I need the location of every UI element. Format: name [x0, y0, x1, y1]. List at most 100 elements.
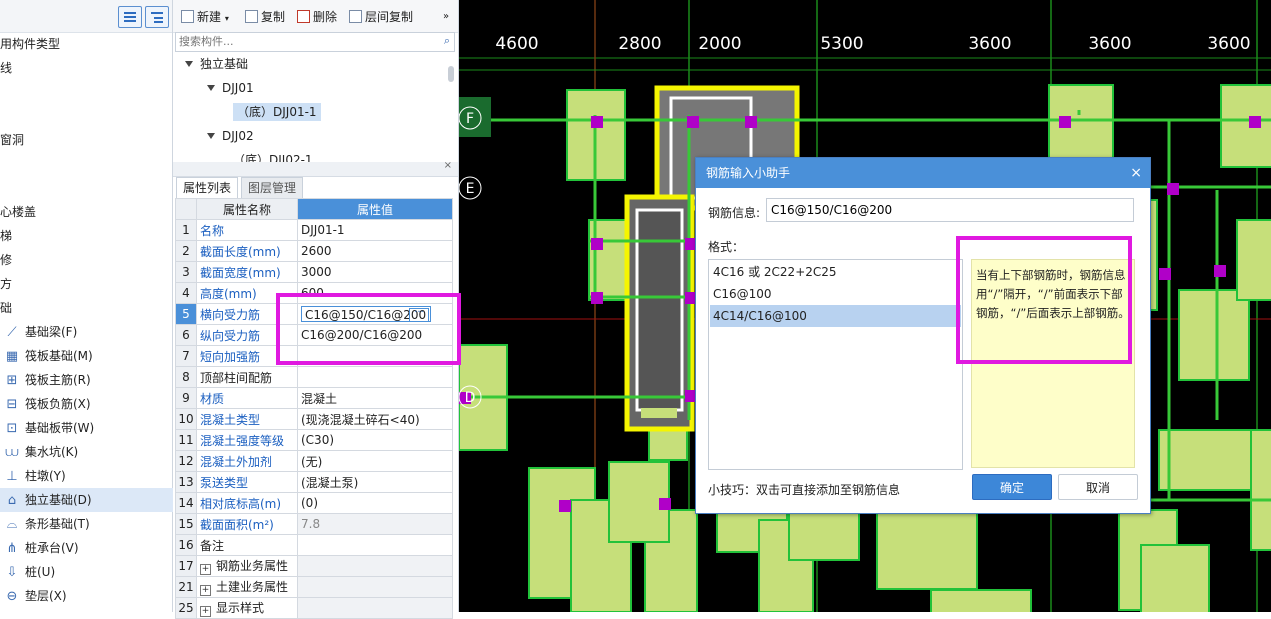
table-row[interactable]: 9 材质 混凝土 — [175, 387, 453, 409]
dimension-label: 3600 — [1088, 34, 1131, 54]
property-value[interactable] — [297, 366, 453, 388]
nav-item[interactable]: ⊥ 柱墩(Y) — [0, 464, 176, 488]
property-value[interactable]: 混凝土 — [297, 387, 453, 409]
table-row[interactable]: 1 名称 DJJ01-1 — [175, 219, 453, 241]
format-label: 格式： — [708, 240, 745, 254]
row-number: 13 — [175, 471, 197, 493]
ok-button[interactable]: 确定 — [972, 474, 1052, 500]
tree-node[interactable]: 独立基础 — [185, 53, 248, 75]
new-button[interactable]: 新建 ▾ — [181, 8, 229, 26]
property-value[interactable]: (0) — [297, 492, 453, 514]
axis-label: D — [465, 390, 476, 406]
delete-button[interactable]: 删除 — [297, 8, 337, 26]
table-row[interactable]: 3 截面宽度(mm) 3000 — [175, 261, 453, 283]
dimension-label: 4600 — [495, 34, 538, 54]
property-value[interactable]: (C30) — [297, 429, 453, 451]
nav-item[interactable]: ⟋ 基础梁(F) — [0, 320, 176, 344]
row-number: 4 — [175, 282, 197, 304]
nav-item[interactable]: ⊟ 筏板负筋(X) — [0, 392, 176, 416]
layer-copy-button[interactable]: 层间复制 — [349, 8, 413, 26]
footing — [1220, 84, 1271, 168]
table-row[interactable]: 14 相对底标高(m) (0) — [175, 492, 453, 514]
nav-item[interactable]: ⊖ 垫层(X) — [0, 584, 176, 608]
tree-node[interactable]: （底）DJJ01-1 — [233, 101, 321, 123]
close-icon[interactable]: × — [444, 160, 452, 171]
format-list-item[interactable]: 4C16 或 2C22+2C25 — [710, 261, 961, 283]
nav-item[interactable]: ⩊ 集水坑(K) — [0, 440, 176, 464]
property-value[interactable]: (混凝土泵) — [297, 471, 453, 493]
table-row[interactable]: 8 顶部柱间配筋 — [175, 366, 453, 388]
nav-item[interactable]: 用构件类型 — [0, 32, 172, 56]
property-value[interactable]: (现浇混凝土碎石<40) — [297, 408, 453, 430]
nav-item[interactable] — [0, 104, 172, 128]
tree-scrollbar[interactable] — [448, 66, 454, 82]
nav-item-label: 基础板带(W) — [25, 421, 95, 435]
search-input[interactable] — [176, 33, 429, 49]
nav-item[interactable]: 心楼盖 — [0, 200, 172, 224]
property-value[interactable]: 7.8 — [297, 513, 453, 535]
detail-view-icon[interactable] — [145, 6, 169, 28]
property-value[interactable]: DJJ01-1 — [297, 219, 453, 241]
property-value[interactable] — [297, 534, 453, 556]
nav-item[interactable]: 修 — [0, 248, 172, 272]
format-list-item[interactable]: C16@100 — [710, 283, 961, 305]
nav-item[interactable]: 础 — [0, 296, 172, 320]
tree-node[interactable]: DJJ02 — [207, 125, 254, 147]
search-icon[interactable]: ⌕ — [444, 34, 450, 48]
nav-item[interactable]: 梯 — [0, 224, 172, 248]
rebar-info-input[interactable] — [766, 198, 1134, 222]
component-search[interactable]: ⌕ — [175, 32, 455, 52]
table-row[interactable]: 17 + 钢筋业务属性 — [175, 555, 453, 577]
table-row[interactable]: 21 + 土建业务属性 — [175, 576, 453, 598]
nav-item[interactable] — [0, 176, 172, 200]
nav-item[interactable]: 线 — [0, 56, 172, 80]
nav-item[interactable]: ▦ 筏板基础(M) — [0, 344, 176, 368]
nav-item[interactable]: ⊡ 基础板带(W) — [0, 416, 176, 440]
nav-item[interactable] — [0, 152, 172, 176]
property-value[interactable]: 2600 — [297, 240, 453, 262]
expand-plus-icon[interactable]: + — [200, 564, 211, 575]
nav-item[interactable]: ⋔ 桩承台(V) — [0, 536, 176, 560]
table-row[interactable]: 25 + 显示样式 — [175, 597, 453, 619]
nav-item[interactable]: ⊞ 筏板主筋(R) — [0, 368, 176, 392]
table-row[interactable]: 12 混凝土外加剂 (无) — [175, 450, 453, 472]
table-row[interactable]: 2 截面长度(mm) 2600 — [175, 240, 453, 262]
tree-node[interactable]: DJJ01 — [207, 77, 254, 99]
table-row[interactable]: 16 备注 — [175, 534, 453, 556]
nav-item[interactable]: 窗洞 — [0, 128, 172, 152]
cancel-button[interactable]: 取消 — [1058, 474, 1138, 500]
nav-toolbar — [0, 0, 172, 33]
table-row[interactable]: 15 截面面积(m²) 7.8 — [175, 513, 453, 535]
expand-plus-icon[interactable]: + — [200, 585, 211, 596]
tab-layer-manage[interactable]: 图层管理 — [241, 177, 304, 198]
row-number: 14 — [175, 492, 197, 514]
nav-item[interactable]: ⌓ 条形基础(T) — [0, 512, 176, 536]
nav-item[interactable] — [0, 80, 172, 104]
nav-item[interactable]: ⇩ 桩(U) — [0, 560, 176, 584]
close-icon[interactable]: × — [1130, 158, 1142, 188]
nav-item[interactable]: 方 — [0, 272, 172, 296]
tip-text: 小技巧：双击可直接添加至钢筋信息 — [708, 483, 901, 497]
property-value[interactable] — [297, 597, 453, 619]
table-row[interactable]: 10 混凝土类型 (现浇混凝土碎石<40) — [175, 408, 453, 430]
list-view-icon[interactable] — [118, 6, 142, 28]
expand-icon[interactable] — [207, 85, 215, 91]
table-row[interactable]: 13 泵送类型 (混凝土泵) — [175, 471, 453, 493]
property-value[interactable]: 3000 — [297, 261, 453, 283]
format-list[interactable]: 4C16 或 2C22+2C25 C16@100 4C14/C16@100 — [708, 259, 963, 470]
property-value[interactable] — [297, 576, 453, 598]
table-row[interactable]: 11 混凝土强度等级 (C30) — [175, 429, 453, 451]
property-value[interactable] — [297, 555, 453, 577]
copy-button[interactable]: 复制 — [245, 8, 285, 26]
more-icon[interactable]: » — [443, 8, 449, 26]
column-marker — [1249, 116, 1261, 128]
rebar-main-icon: ⊞ — [6, 372, 18, 388]
property-name: 材质 — [196, 387, 298, 409]
expand-icon[interactable] — [185, 61, 193, 67]
expand-icon[interactable] — [207, 133, 215, 139]
nav-item[interactable]: ⌂ 独立基础(D) — [0, 488, 176, 512]
tab-property-list[interactable]: 属性列表 — [176, 177, 239, 198]
column-header-name: 属性名称 — [196, 198, 298, 220]
format-list-item[interactable]: 4C14/C16@100 — [710, 305, 961, 327]
property-value[interactable]: (无) — [297, 450, 453, 472]
